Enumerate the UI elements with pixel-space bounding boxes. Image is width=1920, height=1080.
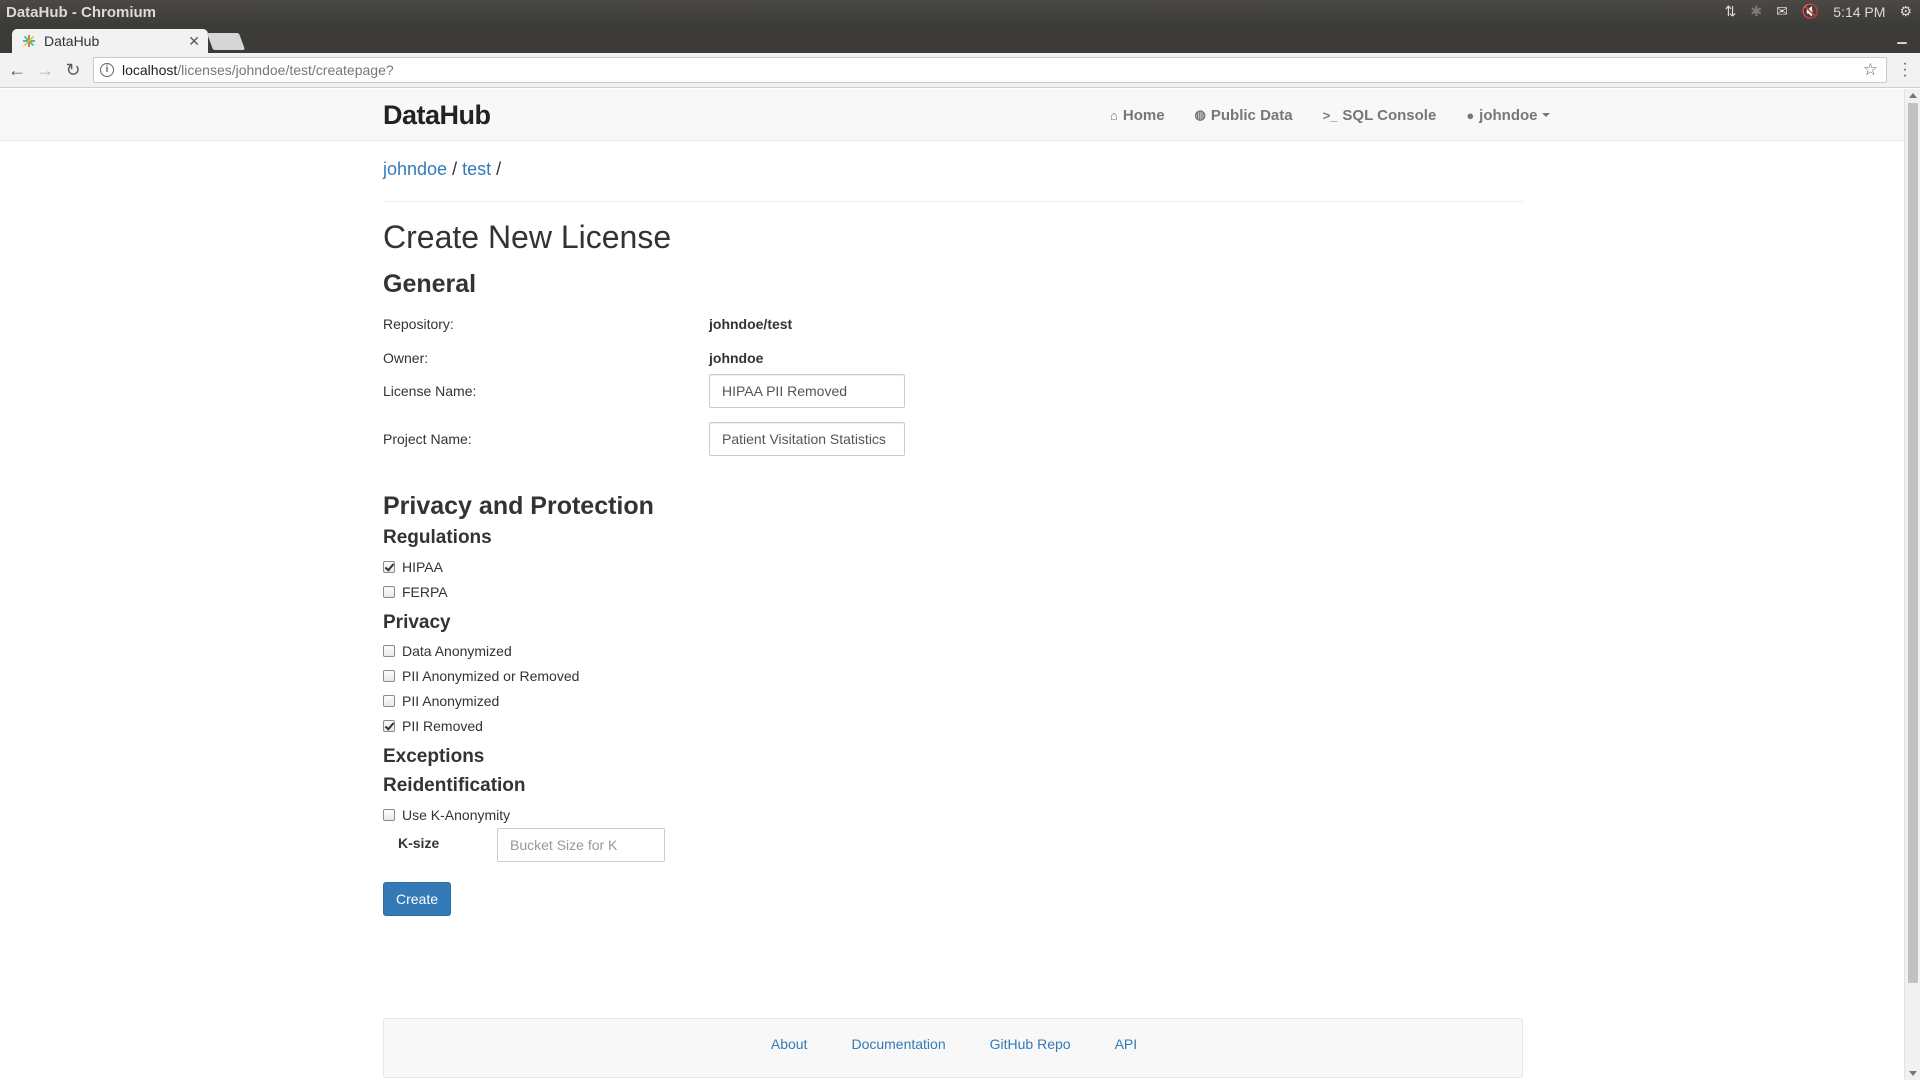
ferpa-checkbox[interactable]: [383, 586, 395, 598]
bluetooth-icon[interactable]: ✱: [1750, 3, 1762, 20]
reidentification-heading: Reidentification: [383, 775, 526, 796]
k-anonymity-row[interactable]: Use K-Anonymity: [383, 807, 510, 823]
privacy-protection-heading: Privacy and Protection: [383, 492, 654, 520]
back-arrow-icon[interactable]: ←: [6, 59, 28, 81]
nav-links: ⌂ Home ◍ Public Data >_ SQL Console ● jo…: [1110, 89, 1550, 141]
user-menu-dropdown[interactable]: ● johndoe: [1466, 106, 1550, 124]
general-heading: General: [383, 270, 477, 298]
license-name-input[interactable]: [709, 374, 905, 408]
privacy-heading: Privacy: [383, 612, 451, 633]
tab-strip: DataHub ✕ ▁: [0, 26, 1920, 53]
network-icon[interactable]: ⇅: [1725, 3, 1737, 20]
project-name-label: Project Name:: [383, 431, 472, 447]
divider: [383, 201, 1523, 202]
nav-sql-console-label: SQL Console: [1342, 106, 1437, 124]
os-title-bar: DataHub - Chromium ⇅ ✱ ✉ 🔇 5:14 PM ⚙: [0, 0, 1920, 26]
page-viewport: DataHub ⌂ Home ◍ Public Data >_ SQL Cons…: [0, 89, 1904, 1080]
forward-arrow-icon[interactable]: →: [34, 59, 56, 81]
close-tab-icon[interactable]: ✕: [188, 33, 200, 50]
pii-removed-label: PII Removed: [402, 718, 483, 734]
pii-anonymized-or-removed-row[interactable]: PII Anonymized or Removed: [383, 668, 579, 684]
scroll-up-arrow-icon[interactable]: [1909, 93, 1917, 98]
vertical-scrollbar[interactable]: [1904, 89, 1920, 1080]
url-host: localhost: [122, 62, 178, 78]
repository-label: Repository:: [383, 316, 454, 332]
bookmark-star-icon[interactable]: ☆: [1863, 60, 1878, 80]
pii-anonymized-row[interactable]: PII Anonymized: [383, 693, 499, 709]
browser-toolbar: ← → ↻ i localhost/licenses/johndoe/test/…: [0, 53, 1920, 88]
user-menu-label: johndoe: [1479, 106, 1538, 124]
hipaa-checkbox[interactable]: [383, 561, 395, 573]
browser-menu-icon[interactable]: · · ·: [1900, 56, 1910, 84]
exceptions-heading: Exceptions: [383, 746, 485, 767]
scroll-thumb[interactable]: [1908, 103, 1918, 983]
project-name-input[interactable]: [709, 422, 905, 456]
breadcrumb: johndoe / test /: [383, 159, 501, 180]
nav-home-link[interactable]: ⌂ Home: [1110, 107, 1165, 124]
footer-api-link[interactable]: API: [1115, 1036, 1138, 1052]
ferpa-label: FERPA: [402, 584, 448, 600]
k-anonymity-label: Use K-Anonymity: [402, 807, 511, 823]
ferpa-checkbox-row[interactable]: FERPA: [383, 584, 448, 600]
footer-about-link[interactable]: About: [771, 1036, 808, 1052]
browser-tab[interactable]: DataHub ✕: [12, 29, 208, 53]
breadcrumb-repo-link[interactable]: test: [462, 159, 491, 179]
scroll-down-arrow-icon[interactable]: [1909, 1071, 1917, 1076]
breadcrumb-separator: /: [496, 159, 502, 179]
breadcrumb-owner-link[interactable]: johndoe: [383, 159, 447, 179]
owner-value: johndoe: [709, 350, 764, 366]
data-anonymized-label: Data Anonymized: [402, 643, 512, 659]
nav-sql-console-link[interactable]: >_ SQL Console: [1323, 107, 1437, 124]
k-anonymity-checkbox[interactable]: [383, 809, 395, 821]
system-tray: ⇅ ✱ ✉ 🔇 5:14 PM ⚙: [1725, 3, 1912, 20]
pii-removed-row[interactable]: PII Removed: [383, 718, 483, 734]
caret-down-icon: [1541, 113, 1550, 117]
user-icon: ●: [1466, 107, 1475, 123]
site-navbar: DataHub ⌂ Home ◍ Public Data >_ SQL Cons…: [0, 89, 1904, 141]
hipaa-checkbox-row[interactable]: HIPAA: [383, 559, 443, 575]
create-button[interactable]: Create: [383, 882, 451, 916]
nav-public-data-link[interactable]: ◍ Public Data: [1195, 107, 1293, 124]
reload-icon[interactable]: ↻: [62, 59, 84, 81]
pii-removed-checkbox[interactable]: [383, 720, 395, 732]
breadcrumb-separator: /: [452, 159, 458, 179]
terminal-icon: >_: [1322, 107, 1338, 123]
brand-logo[interactable]: DataHub: [383, 100, 491, 131]
url-path: /licenses/johndoe/test/createpage?: [177, 62, 394, 78]
address-bar[interactable]: i localhost/licenses/johndoe/test/create…: [93, 57, 1887, 83]
minimize-icon[interactable]: ▁: [1894, 30, 1910, 46]
nav-public-data-label: Public Data: [1210, 106, 1293, 124]
regulations-heading: Regulations: [383, 527, 492, 548]
repository-value: johndoe/test: [709, 316, 793, 332]
page-title: Create New License: [383, 219, 672, 255]
footer-github-repo-link[interactable]: GitHub Repo: [990, 1036, 1071, 1052]
footer-documentation-link[interactable]: Documentation: [851, 1036, 945, 1052]
datahub-favicon-icon: [23, 35, 35, 47]
pii-anonymized-label: PII Anonymized: [402, 693, 500, 709]
clock[interactable]: 5:14 PM: [1833, 4, 1885, 20]
ksize-input[interactable]: [497, 828, 665, 862]
window-title: DataHub - Chromium: [6, 4, 156, 21]
pii-anonymized-checkbox[interactable]: [383, 695, 395, 707]
pii-anonymized-or-removed-label: PII Anonymized or Removed: [402, 668, 580, 684]
footer: About Documentation GitHub Repo API: [383, 1018, 1523, 1078]
pii-anonymized-or-removed-checkbox[interactable]: [383, 670, 395, 682]
settings-gear-icon[interactable]: ⚙: [1899, 3, 1912, 20]
hipaa-label: HIPAA: [402, 559, 443, 575]
ksize-label: K-size: [398, 835, 440, 851]
tab-title: DataHub: [44, 33, 100, 49]
nav-home-label: Home: [1122, 106, 1165, 124]
license-name-label: License Name:: [383, 383, 477, 399]
home-icon: ⌂: [1110, 107, 1118, 123]
owner-label: Owner:: [383, 350, 429, 366]
data-anonymized-checkbox[interactable]: [383, 645, 395, 657]
globe-icon: ◍: [1194, 107, 1206, 122]
info-icon[interactable]: i: [100, 63, 114, 77]
footer-links: About Documentation GitHub Repo API: [384, 1019, 1524, 1069]
data-anonymized-row[interactable]: Data Anonymized: [383, 643, 512, 659]
volume-muted-icon[interactable]: 🔇: [1802, 3, 1819, 20]
new-tab-button[interactable]: [206, 33, 246, 50]
mail-icon[interactable]: ✉: [1776, 3, 1788, 20]
